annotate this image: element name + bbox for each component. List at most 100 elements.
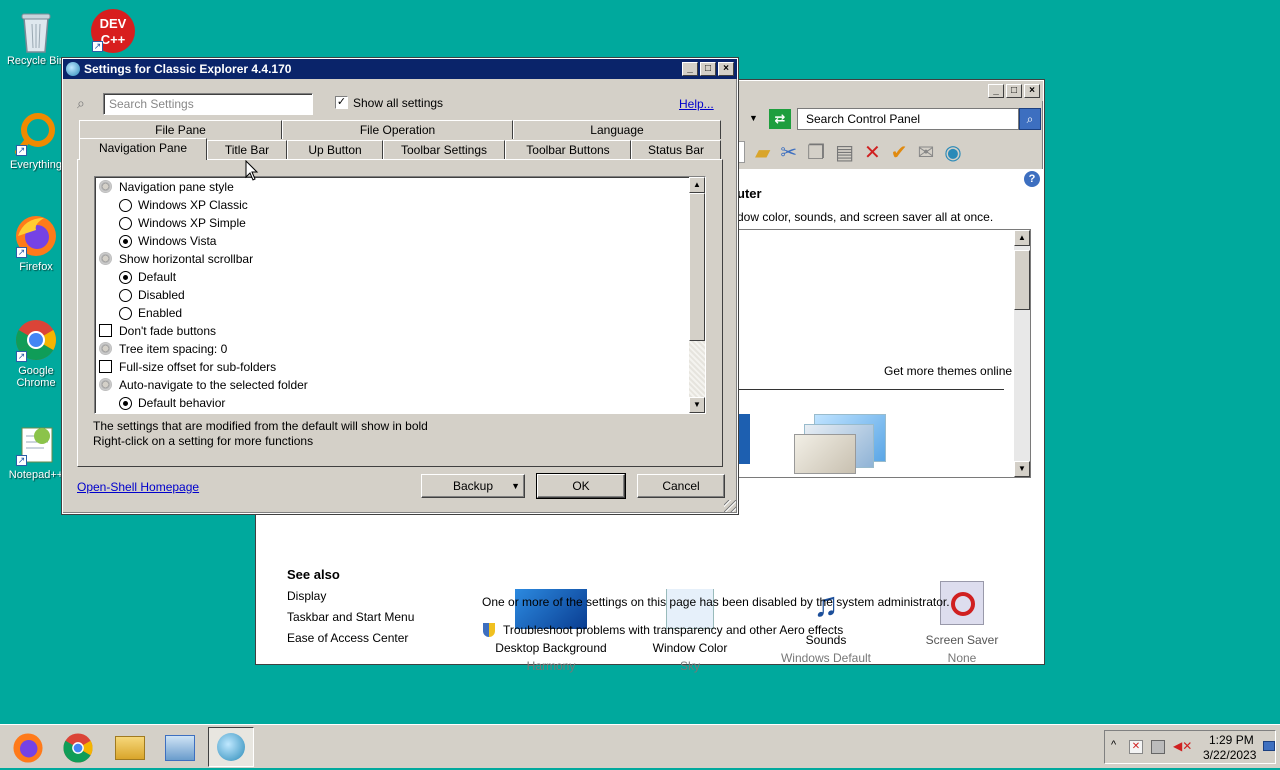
delete-icon[interactable]: ✕ [864, 140, 881, 165]
resize-grip-icon[interactable] [724, 500, 736, 512]
radio-button[interactable] [119, 307, 132, 320]
cut-icon[interactable]: ✂ [780, 140, 797, 165]
theme-list[interactable]: Get more themes online ▲ ▼ [737, 229, 1031, 478]
svg-text:C++: C++ [101, 32, 126, 47]
theme-list-scrollbar[interactable]: ▲ ▼ [1014, 230, 1030, 477]
mouse-cursor-icon [245, 160, 259, 181]
scroll-down-arrow[interactable]: ▼ [1014, 461, 1030, 477]
settings-scrollbar[interactable]: ▲ ▼ [689, 177, 705, 413]
ok-button[interactable]: OK [536, 473, 626, 499]
taskbar-settings-button[interactable] [208, 727, 254, 767]
tab-navigation-pane[interactable]: Navigation Pane [79, 138, 207, 160]
tab-status-bar[interactable]: Status Bar [631, 140, 721, 159]
clock-date[interactable]: 3/22/2023 [1203, 748, 1256, 762]
backup-label: Backup [452, 479, 494, 493]
show-hidden-icons-button[interactable]: ^ [1111, 739, 1116, 751]
back-forward-dropdown[interactable]: ▼ [749, 113, 758, 123]
tab-title-bar[interactable]: Title Bar [207, 140, 287, 159]
checkbox[interactable] [99, 360, 112, 373]
everything-icon: ↗ [14, 112, 58, 156]
paste-icon[interactable]: ▤ [835, 140, 854, 165]
see-also-title: See also [287, 567, 340, 582]
search-settings-input[interactable]: Search Settings [103, 93, 313, 115]
setting-label: Full-size offset for sub-folders [119, 360, 277, 374]
taskbar-firefox-button[interactable] [8, 729, 48, 767]
search-icon[interactable]: ⌕ [1019, 108, 1041, 130]
separator [738, 389, 1004, 390]
copy-icon[interactable]: ❐ [807, 140, 825, 165]
tab-file-pane[interactable]: File Pane [79, 120, 282, 139]
tab-toolbar-buttons[interactable]: Toolbar Buttons [505, 140, 631, 159]
tab-toolbar-settings[interactable]: Toolbar Settings [383, 140, 505, 159]
radio-button[interactable] [119, 397, 132, 410]
cancel-button[interactable]: Cancel [637, 474, 725, 498]
network-icon[interactable] [1151, 740, 1165, 754]
radio-button[interactable] [119, 235, 132, 248]
maximize-button[interactable]: □ [1006, 84, 1022, 98]
scroll-up-arrow[interactable]: ▲ [1014, 230, 1030, 246]
checkbox[interactable] [99, 324, 112, 337]
tab-language[interactable]: Language [513, 120, 721, 139]
tab-up-button[interactable]: Up Button [287, 140, 383, 159]
setting-label: Tree item spacing: 0 [119, 342, 228, 356]
radio-button[interactable] [119, 199, 132, 212]
help-icon[interactable]: ? [1024, 171, 1040, 187]
see-also-display-link[interactable]: Display [287, 589, 326, 603]
see-also-ease-of-access-link[interactable]: Ease of Access Center [287, 631, 408, 645]
desktop-icon-devcpp[interactable]: DEV C++ ↗ [76, 8, 148, 55]
settings-gear-icon [99, 252, 112, 265]
item-label: Window Color [652, 641, 728, 655]
minimize-button[interactable]: _ [682, 62, 698, 76]
theme-thumbnail-image[interactable] [794, 414, 890, 474]
backup-button[interactable]: Backup ▼ [421, 474, 525, 498]
refresh-icon[interactable]: ⇄ [769, 109, 791, 129]
search-icon: ⌕ [77, 95, 85, 111]
tab-file-operation[interactable]: File Operation [282, 120, 513, 139]
tab-label: Navigation Pane [98, 141, 188, 155]
show-all-settings-checkbox[interactable]: ✓ [335, 96, 348, 109]
more-themes-link[interactable]: Get more themes online [884, 364, 1012, 378]
radio-button[interactable] [119, 271, 132, 284]
maximize-button[interactable]: □ [700, 62, 716, 76]
scroll-up-arrow[interactable]: ▲ [689, 177, 705, 193]
properties-icon[interactable]: ✔ [891, 140, 908, 165]
show-desktop-button[interactable] [1263, 741, 1275, 751]
radio-button[interactable] [119, 217, 132, 230]
path-box-icon [737, 141, 745, 163]
troubleshoot-link[interactable]: Troubleshoot problems with transparency … [503, 623, 843, 637]
show-all-settings-label[interactable]: Show all settings [353, 96, 443, 110]
screen-saver-item[interactable]: Screen Saver None [913, 581, 1011, 665]
close-button[interactable]: × [1024, 84, 1040, 98]
radio-button[interactable] [119, 289, 132, 302]
scroll-down-arrow[interactable]: ▼ [689, 397, 705, 413]
settings-shell-icon[interactable]: ◉ [944, 140, 961, 165]
settings-gear-icon [99, 378, 112, 391]
shortcut-arrow-icon: ↗ [16, 247, 27, 258]
settings-dialog[interactable]: Settings for Classic Explorer 4.4.170 _ … [61, 57, 739, 515]
theme-thumbnail-image[interactable] [738, 414, 750, 464]
setting-label: Auto-navigate to the selected folder [119, 378, 308, 392]
shield-icon [483, 623, 495, 637]
scroll-thumb[interactable] [1014, 250, 1030, 310]
taskbar-explorer-button[interactable] [110, 729, 150, 767]
scroll-thumb[interactable] [689, 193, 705, 341]
clock-time[interactable]: 1:29 PM [1209, 733, 1254, 747]
volume-muted-icon[interactable]: ◀✕ [1173, 739, 1192, 753]
open-shell-homepage-link[interactable]: Open-Shell Homepage [77, 480, 199, 494]
help-link[interactable]: Help... [679, 97, 714, 111]
chrome-icon: ↗ [14, 318, 58, 362]
taskbar-control-panel-button[interactable] [160, 729, 200, 767]
devcpp-icon: DEV C++ ↗ [90, 8, 135, 53]
see-also-taskbar-link[interactable]: Taskbar and Start Menu [287, 610, 414, 624]
email-icon[interactable]: ✉ [918, 140, 935, 165]
setting-label: Show horizontal scrollbar [119, 252, 254, 266]
close-button[interactable]: × [718, 62, 734, 76]
search-control-panel-input[interactable]: Search Control Panel [797, 108, 1019, 130]
settings-dialog-titlebar[interactable]: Settings for Classic Explorer 4.4.170 _ … [63, 59, 737, 79]
setting-label: Navigation pane style [119, 180, 234, 194]
folder-options-icon[interactable]: ▰ [755, 140, 770, 165]
taskbar-chrome-button[interactable] [58, 729, 98, 767]
settings-tree[interactable]: Navigation pane style Windows XP Classic W… [94, 176, 706, 414]
minimize-button[interactable]: _ [988, 84, 1004, 98]
action-center-icon[interactable]: ✕ [1129, 740, 1143, 754]
